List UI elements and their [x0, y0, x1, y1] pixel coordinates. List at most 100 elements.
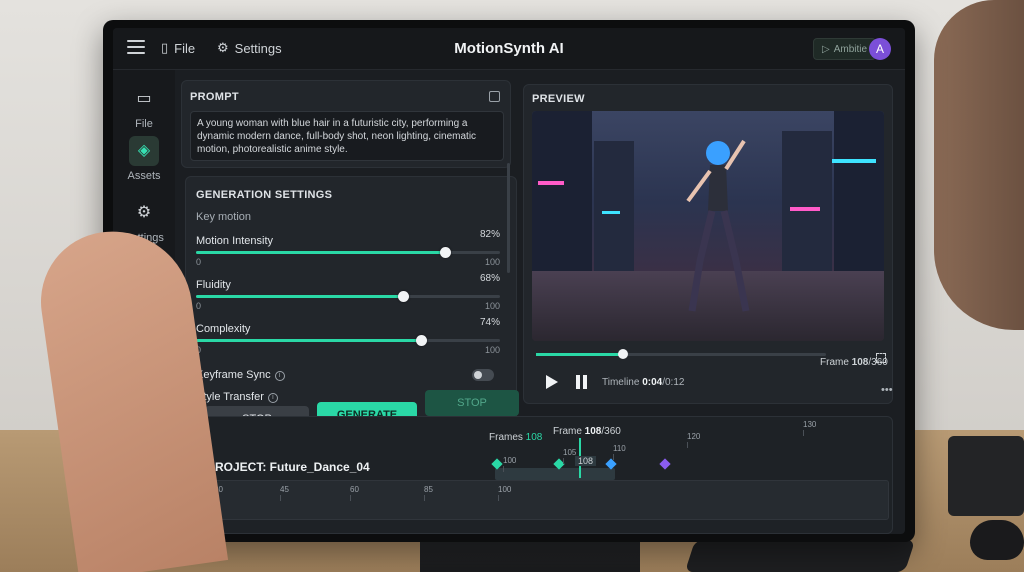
preview-timeline-fill: [536, 353, 623, 356]
slider-thumb[interactable]: [440, 247, 452, 258]
timeline-total: /0:12: [662, 377, 685, 388]
keyboard: [684, 540, 916, 572]
frames-label: Frames: [489, 432, 526, 443]
project-frame-label: Frame: [553, 426, 585, 437]
key-motion-label: Key motion: [196, 211, 252, 223]
ruler-tick-top: 130: [803, 420, 817, 436]
prompt-panel: PROMPT A young woman with blue hair in a…: [181, 80, 511, 168]
slider-label: Motion Intensity: [196, 235, 274, 247]
preview-title: PREVIEW: [532, 93, 585, 105]
settings-menu-label: Settings: [234, 40, 282, 56]
toggle-label-text: Keyframe Sync: [196, 369, 271, 381]
ruler-tick-top: 120: [687, 432, 701, 448]
frame-current: 108: [851, 357, 869, 368]
neon-sign: [538, 181, 564, 185]
prompt-input[interactable]: A young woman with blue hair in a futuri…: [190, 111, 504, 161]
preview-video[interactable]: [532, 111, 884, 341]
avatar[interactable]: A: [869, 38, 891, 60]
rail-item-file[interactable]: ▭ File: [119, 84, 169, 130]
slider-min: 0: [196, 257, 202, 267]
ruler-tick-top: 110: [613, 444, 626, 460]
preview-timeline-track[interactable]: [536, 349, 826, 359]
gear-icon: ⚙: [136, 204, 152, 221]
building: [532, 111, 592, 281]
slider-value: 82%: [479, 229, 500, 240]
slider-thumb[interactable]: [415, 335, 427, 346]
toggle-label: Style Transfer i: [196, 391, 278, 403]
toggle-label-text: Style Transfer: [196, 391, 264, 403]
settings-scrollbar[interactable]: [507, 163, 510, 273]
frame-prefix: Frame: [820, 357, 852, 368]
ruler-tick: 85: [424, 485, 433, 501]
building: [834, 111, 884, 281]
neon-sign: [790, 207, 820, 211]
building: [782, 131, 832, 281]
timeline-clip[interactable]: [495, 468, 615, 480]
slider-motion-intensity[interactable]: Motion Intensity 82% 0 100: [196, 229, 500, 275]
play-icon[interactable]: [546, 375, 558, 389]
project-frame-value: 108: [584, 426, 602, 437]
slider-track[interactable]: [196, 335, 500, 346]
info-icon[interactable]: i: [274, 371, 285, 381]
ruler-tick-top: 105: [563, 448, 577, 464]
rail-item-label: Assets: [127, 170, 161, 182]
top-action-button[interactable]: ▷ Ambitie: [813, 38, 877, 60]
toggle-label: Keyframe Sync i: [196, 369, 285, 381]
slider-thumb[interactable]: [397, 291, 409, 302]
timeline-current: 0:04: [642, 377, 663, 388]
slider-label: Fluidity: [196, 279, 231, 291]
preview-panel: PREVIEW Frame 108/360 Timeline 0:04/0:12: [523, 84, 893, 404]
expand-icon[interactable]: [489, 91, 500, 102]
slider-track[interactable]: [196, 247, 500, 258]
project-frame-readout: Frame 108/360: [553, 426, 621, 437]
rail-item-assets[interactable]: ◈ Assets: [119, 136, 169, 182]
slider-max: 100: [484, 257, 500, 267]
slider-value: 68%: [479, 273, 500, 284]
slider-complexity[interactable]: Complexity 74% 0 100: [196, 317, 500, 363]
play-circle-icon: ▷: [822, 43, 830, 55]
frames-count: Frames 108: [489, 432, 542, 443]
slider-label: Complexity: [196, 323, 251, 335]
ruler-tick: 60: [350, 485, 359, 501]
prompt-title: PROMPT: [190, 91, 239, 103]
fullscreen-icon[interactable]: [876, 353, 886, 363]
neon-sign: [832, 159, 876, 163]
app-screen: ▯ File ⚙ Settings MotionSynth AI ▷ Ambit…: [113, 28, 905, 534]
slider-fluidity[interactable]: Fluidity 68% 0 100: [196, 273, 500, 319]
folder-icon: ▭: [136, 90, 152, 107]
timeline-time: Timeline 0:04/0:12: [602, 377, 684, 388]
top-action-label: Ambitie: [833, 43, 868, 55]
mouse: [970, 520, 1024, 560]
ruler-tick: 45: [280, 485, 289, 501]
gear-icon: ⚙: [217, 40, 229, 55]
person-head: [934, 0, 1024, 330]
document-icon: ▯: [161, 40, 169, 55]
pause-icon[interactable]: [576, 375, 588, 389]
toggle-keyframe-sync[interactable]: Keyframe Sync i: [196, 369, 500, 385]
preview-timeline-thumb[interactable]: [618, 349, 628, 359]
dancer-figure: [686, 139, 750, 312]
hamburger-menu-icon[interactable]: [127, 40, 145, 54]
playhead-label: 108: [575, 456, 597, 466]
rail-item-label: File: [135, 118, 153, 130]
generation-settings-title: GENERATION SETTINGS: [196, 189, 333, 201]
project-title: PROJECT: Future_Dance_04: [207, 460, 370, 474]
slider-track[interactable]: [196, 291, 500, 302]
project-ruler[interactable]: 30 45 60 85 100: [209, 480, 889, 520]
settings-menu[interactable]: ⚙ Settings: [217, 40, 282, 56]
desk-device: [948, 436, 1024, 516]
top-bar: ▯ File ⚙ Settings MotionSynth AI ▷ Ambit…: [113, 28, 905, 70]
toggle-switch[interactable]: [472, 369, 494, 381]
slider-value: 74%: [479, 317, 500, 328]
file-menu[interactable]: ▯ File: [161, 40, 195, 56]
stop-button-secondary[interactable]: STOP: [425, 390, 519, 416]
info-icon[interactable]: i: [267, 393, 278, 403]
project-frame-total: /360: [601, 426, 621, 437]
file-menu-label: File: [174, 40, 196, 56]
slider-fill: [196, 251, 446, 254]
slider-max: 100: [484, 345, 500, 355]
more-options-icon[interactable]: •••: [881, 384, 893, 396]
frames-value: 108: [525, 432, 543, 443]
neon-sign: [602, 211, 620, 214]
slider-max: 100: [484, 301, 500, 311]
